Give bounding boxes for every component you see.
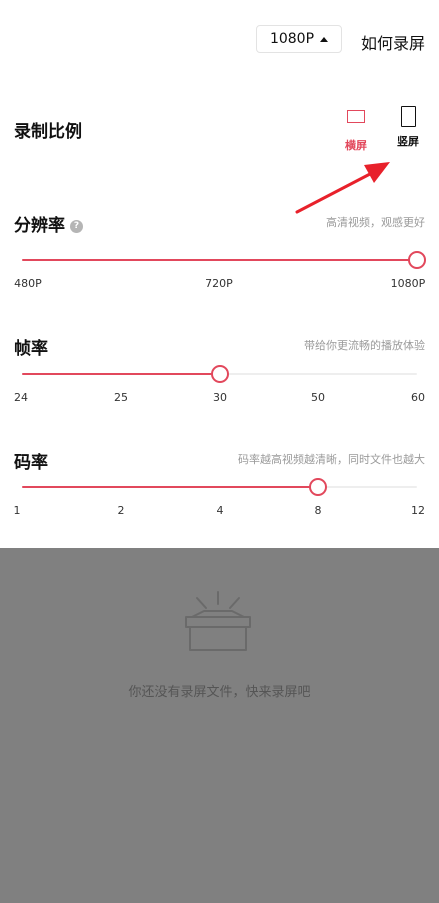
- slider-fill: [22, 259, 417, 261]
- framerate-tick-60: 60: [411, 391, 425, 404]
- resolution-tick-1080p: 1080P: [390, 277, 426, 290]
- ratio-title: 录制比例: [14, 122, 82, 142]
- resolution-tick-480p: 480P: [14, 277, 42, 290]
- framerate-tick-24: 24: [14, 391, 28, 404]
- slider-thumb[interactable]: [210, 365, 229, 383]
- portrait-icon: [400, 106, 416, 127]
- empty-state-text: 你还没有录屏文件，快来录屏吧: [128, 685, 311, 700]
- framerate-slider[interactable]: [22, 365, 417, 383]
- resolution-dropdown-button[interactable]: 1080P: [256, 25, 342, 53]
- landscape-icon: [347, 110, 365, 123]
- bitrate-slider[interactable]: [22, 478, 417, 496]
- framerate-tick-25: 25: [114, 391, 128, 404]
- bitrate-hint: 码率越高视频越清晰，同时文件也越大: [238, 453, 425, 466]
- resolution-dropdown-label: 1080P: [269, 31, 315, 47]
- settings-panel: 1080P 如何录屏 录制比例 横屏 竖屏 分辨率? 高清视频，观感更好 480…: [0, 0, 439, 548]
- caret-up-icon: [320, 36, 329, 42]
- landscape-option[interactable]: 横屏: [340, 106, 372, 153]
- resolution-title-label: 分辨率: [14, 216, 65, 236]
- bitrate-tick-2: 2: [117, 504, 125, 517]
- slider-thumb[interactable]: [309, 478, 328, 496]
- framerate-tick-50: 50: [311, 391, 325, 404]
- portrait-option[interactable]: 竖屏: [392, 106, 424, 149]
- bitrate-tick-4: 4: [216, 504, 224, 517]
- bitrate-title: 码率: [14, 453, 48, 473]
- how-to-record-link[interactable]: 如何录屏: [361, 30, 425, 54]
- framerate-tick-30: 30: [213, 391, 227, 404]
- bitrate-tick-1: 1: [13, 504, 21, 517]
- resolution-slider[interactable]: [22, 251, 426, 269]
- slider-fill: [22, 373, 220, 375]
- framerate-title: 帧率: [14, 339, 48, 359]
- resolution-tick-720p: 720P: [205, 277, 233, 290]
- portrait-label: 竖屏: [397, 135, 419, 148]
- slider-thumb[interactable]: [408, 251, 426, 269]
- help-icon[interactable]: ?: [70, 219, 83, 233]
- framerate-hint: 带给你更流畅的播放体验: [304, 339, 425, 352]
- slider-fill: [22, 486, 319, 488]
- resolution-hint: 高清视频，观感更好: [326, 216, 425, 229]
- empty-box-icon: [185, 591, 251, 651]
- bitrate-tick-8: 8: [314, 504, 322, 517]
- annotation-arrow-icon: [295, 162, 390, 214]
- bitrate-tick-12: 12: [411, 504, 425, 517]
- resolution-title: 分辨率?: [14, 211, 83, 236]
